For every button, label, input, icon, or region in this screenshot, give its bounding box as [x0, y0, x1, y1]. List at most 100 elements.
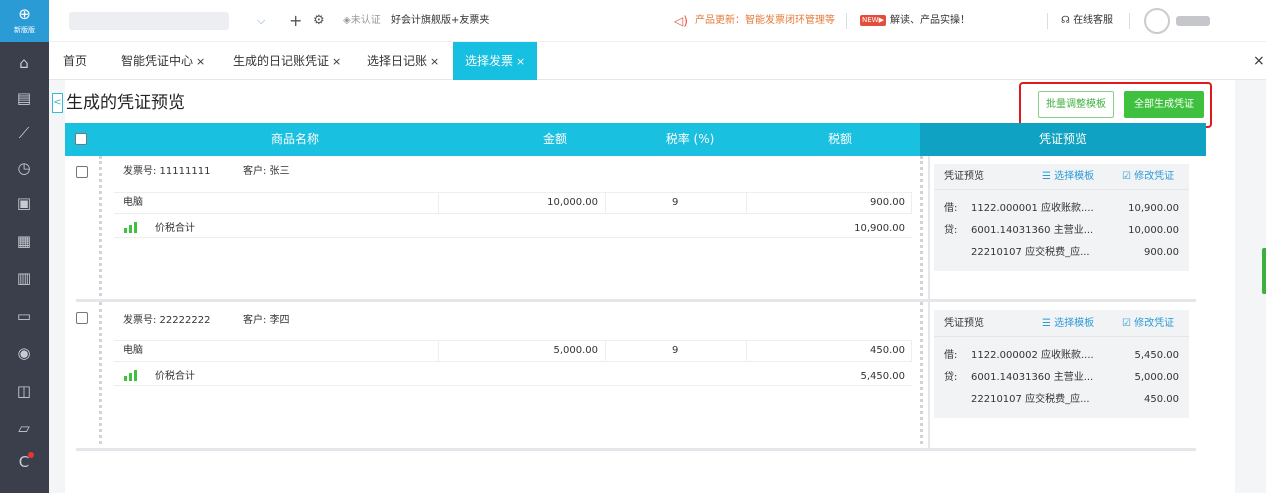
item-tax-rate: 9: [605, 340, 747, 362]
headset-icon: ☊: [1061, 15, 1074, 26]
row-separator: [76, 448, 1196, 451]
shield-icon: ◈: [343, 15, 351, 26]
chevron-down-icon[interactable]: ⌵: [257, 12, 265, 30]
batch-adjust-template-button[interactable]: 批量调整模板: [1038, 91, 1114, 118]
tax-icon[interactable]: ▥: [12, 267, 36, 289]
close-icon[interactable]: ×: [196, 55, 205, 68]
voucher-preview-panel: 凭证预览 ☰ 选择模板 ☑ 修改凭证 借: 1122.000002 应收账款..…: [934, 310, 1189, 418]
row-line: [114, 385, 912, 386]
user-name[interactable]: [1176, 16, 1210, 26]
chart-icon: [124, 370, 137, 381]
tab-select-invoice[interactable]: 选择发票 ×: [453, 42, 538, 80]
add-icon[interactable]: +: [289, 12, 302, 30]
tab-generated-journal-voucher[interactable]: 生成的日记账凭证 ×: [233, 42, 341, 80]
archive-icon[interactable]: ▱: [12, 417, 36, 439]
select-all-checkbox[interactable]: [75, 133, 87, 145]
total-amount: 10,900.00: [854, 223, 905, 234]
preview-title: 凭证预览: [944, 171, 984, 182]
cashier-icon[interactable]: C: [12, 451, 36, 473]
total-amount: 5,450.00: [860, 371, 905, 382]
row-checkbox[interactable]: [76, 166, 88, 178]
credit-account: 6001.14031360 主营业...: [971, 225, 1094, 236]
online-service-button[interactable]: ☊ 在线客服: [1061, 13, 1113, 29]
edit-voucher-link[interactable]: ☑ 修改凭证: [1122, 317, 1174, 331]
debit-account: 1122.000001 应收账款....: [971, 203, 1094, 214]
payroll-icon[interactable]: ◷: [12, 157, 36, 179]
invoice-number: 发票号: 22222222: [123, 315, 211, 326]
video-notice[interactable]: 解读、产品实操！: [890, 13, 970, 29]
voucher-icon[interactable]: ▤: [12, 87, 36, 109]
speaker-icon: ◁): [674, 14, 688, 28]
divider: [1047, 13, 1048, 29]
column-header-name: 商品名称: [270, 132, 319, 146]
divider: [846, 13, 847, 29]
close-icon[interactable]: ×: [430, 55, 439, 68]
column-header-voucher-preview: 凭证预览: [920, 123, 1206, 156]
company-selector[interactable]: [69, 12, 229, 30]
tax-account: 22210107 应交税费_应...: [971, 394, 1090, 405]
total-label: 价税合计: [155, 371, 195, 382]
settings-icon[interactable]: ⚙: [313, 12, 325, 30]
row-divider: [99, 156, 103, 296]
item-tax-rate: 9: [605, 192, 747, 214]
credit-amount: 5,000.00: [1134, 372, 1179, 383]
side-drawer-handle[interactable]: [1262, 248, 1266, 294]
chart-icon: [124, 222, 137, 233]
page-title: 生成的凭证预览: [66, 93, 185, 113]
tab-smart-voucher-center[interactable]: 智能凭证中心 ×: [121, 42, 205, 80]
asset-icon[interactable]: ▣: [12, 192, 36, 214]
top-bar: ⌵ + ⚙ ◈未认证 好会计旗舰版+友票夹 ◁) 产品更新：智能发票闭环管理等 …: [49, 0, 1266, 42]
total-label: 价税合计: [155, 223, 195, 234]
customer-name: 客户: 张三: [243, 166, 290, 177]
table-row: 发票号: 11111111 客户: 张三 电脑 10,000.00 9 900.…: [65, 156, 1206, 300]
report-icon[interactable]: ⟋: [12, 122, 36, 144]
collapse-icon[interactable]: <: [52, 93, 63, 113]
stock-icon[interactable]: ◉: [12, 342, 36, 364]
debit-amount: 5,450.00: [1134, 350, 1179, 361]
close-icon[interactable]: ×: [332, 55, 341, 68]
preview-divider: [928, 156, 930, 300]
edit-icon: ☑: [1122, 318, 1135, 329]
item-tax: 450.00: [746, 340, 912, 362]
voucher-preview-panel: 凭证预览 ☰ 选择模板 ☑ 修改凭证 借: 1122.000001 应收账款..…: [934, 164, 1189, 271]
credit-label: 贷:: [944, 372, 958, 383]
close-all-tabs-icon[interactable]: ×: [1253, 42, 1265, 80]
item-name: 电脑: [114, 192, 439, 214]
tab-select-journal[interactable]: 选择日记账 ×: [367, 42, 439, 80]
left-sidebar: ⊕ 新版版 ⌂ ▤ ⟋ ◷ ▣ ▦ ▥ ▭ ◉ ◫ ▱ C: [0, 0, 49, 493]
invoice-number: 发票号: 11111111: [123, 166, 211, 177]
tax-account: 22210107 应交税费_应...: [971, 247, 1090, 258]
invoice-icon[interactable]: ▦: [12, 230, 36, 252]
debit-label: 借:: [944, 203, 958, 214]
row-divider: [920, 302, 924, 444]
row-divider: [920, 156, 924, 296]
avatar[interactable]: [1144, 8, 1170, 34]
inbox-icon[interactable]: ◫: [12, 380, 36, 402]
divider: [1129, 13, 1130, 29]
certification-status[interactable]: ◈未认证: [343, 13, 381, 29]
tab-home[interactable]: 首页: [63, 42, 87, 80]
home-icon[interactable]: ⌂: [12, 52, 36, 74]
select-template-link[interactable]: ☰ 选择模板: [1042, 170, 1094, 184]
notification-dot: [28, 452, 34, 458]
credit-amount: 10,000.00: [1128, 225, 1179, 236]
item-amount: 10,000.00: [438, 192, 606, 214]
app-logo[interactable]: ⊕ 新版版: [0, 0, 49, 42]
list-icon: ☰: [1042, 318, 1055, 329]
row-line: [114, 237, 912, 238]
debit-account: 1122.000002 应收账款....: [971, 350, 1094, 361]
tax-amount: 450.00: [1144, 394, 1179, 405]
generate-all-vouchers-button[interactable]: 全部生成凭证: [1124, 91, 1204, 118]
edit-voucher-link[interactable]: ☑ 修改凭证: [1122, 170, 1174, 184]
item-tax: 900.00: [746, 192, 912, 214]
select-template-link[interactable]: ☰ 选择模板: [1042, 317, 1094, 331]
app-window: ⊕ 新版版 ⌂ ▤ ⟋ ◷ ▣ ▦ ▥ ▭ ◉ ◫ ▱ C ⌵ + ⚙ ◈未认证…: [0, 0, 1266, 493]
credit-label: 贷:: [944, 225, 958, 236]
close-icon[interactable]: ×: [516, 55, 525, 68]
bank-icon[interactable]: ▭: [12, 305, 36, 327]
debit-label: 借:: [944, 350, 958, 361]
update-notice[interactable]: 产品更新：智能发票闭环管理等: [695, 13, 835, 29]
column-header-tax-rate: 税率 (%): [665, 132, 715, 146]
row-checkbox[interactable]: [76, 312, 88, 324]
panel-divider: [934, 336, 1189, 337]
